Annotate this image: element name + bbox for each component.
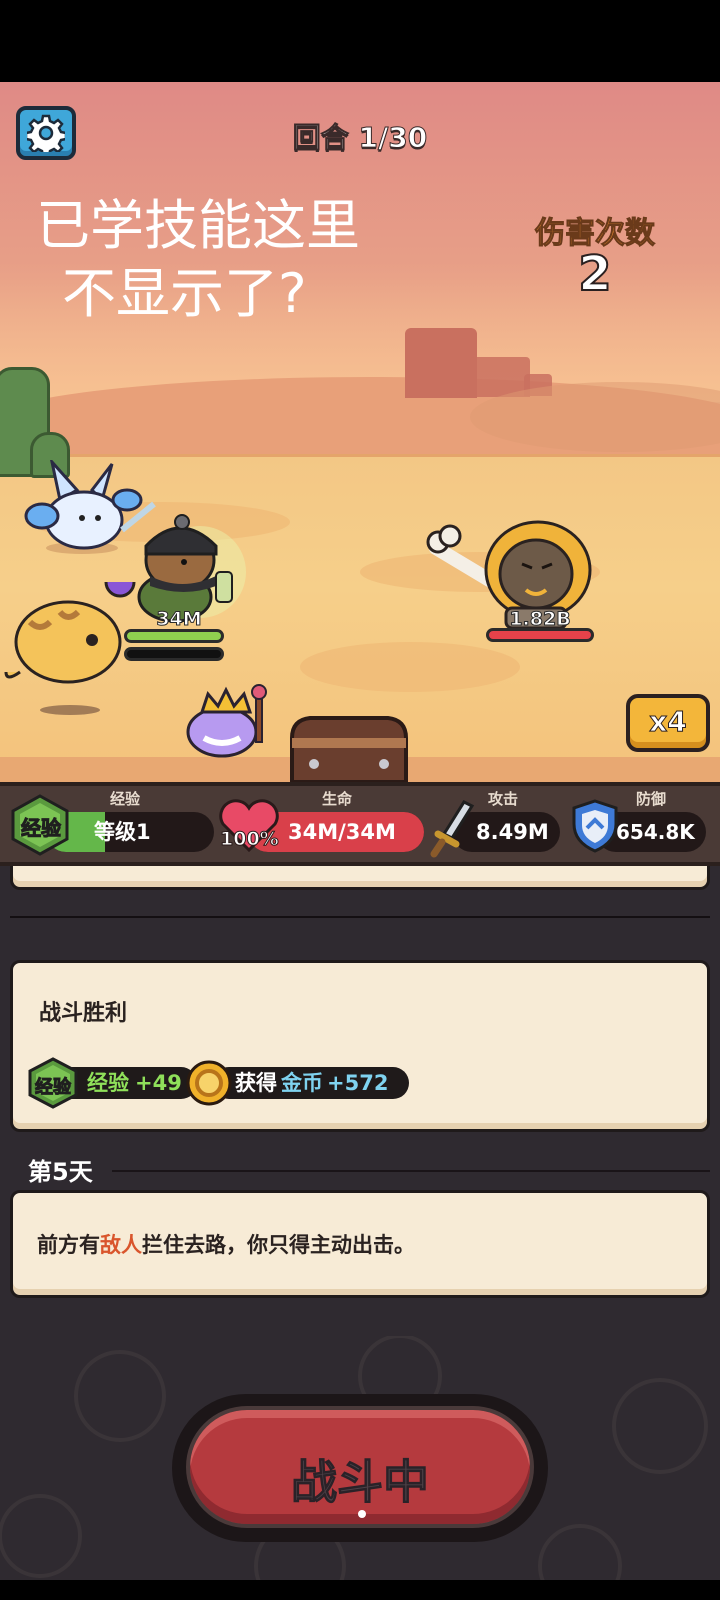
level-text: 等级1 [94, 820, 151, 844]
attack-value: 8.49M [476, 820, 549, 844]
round-counter: 回合 1/30 [292, 121, 428, 155]
log-card-victory: 战斗胜利 经验 +49 经验 获得 金币 +572 [10, 960, 710, 1132]
enemy-keyword: 敌人 [100, 1233, 142, 1257]
player-hp-text: 34M [156, 608, 202, 631]
exp-badge-text: 经验 [21, 816, 62, 841]
victory-title: 战斗胜利 [39, 1001, 128, 1026]
defense-label: 防御 [636, 790, 667, 808]
enemy-hp-bar [486, 628, 594, 642]
exp-reward-label: 经验 [87, 1071, 129, 1095]
exp-badge-text: 经验 [35, 1077, 72, 1099]
treasure-chest [290, 716, 408, 782]
defense-value: 654.8K [616, 820, 695, 844]
log-card-previous [10, 866, 710, 890]
enemy-hp-text: 1.82B [509, 608, 571, 631]
day-title: 第5天 [28, 1158, 93, 1186]
gold-reward-name: 金币 [281, 1071, 323, 1095]
player-stats-bar: 经验 等级1 经验 生命 34M/34M 100% 攻击 8.49M 防御 65… [0, 782, 720, 866]
bottom-bar [0, 1580, 720, 1600]
note-line-1: 已学技能这里 [36, 194, 360, 257]
status-bar [0, 0, 720, 82]
battle-scene: 回合 1/30 已学技能这里 不显示了? 伤害次数 2 34M 1.82B x4 [0, 82, 720, 782]
hp-value: 34M/34M [288, 820, 396, 844]
hit-count-value: 2 [577, 245, 612, 303]
mesa-rock [405, 328, 477, 398]
player-hp-bar [124, 629, 224, 643]
log-card-event: 前方有敌人拦住去路，你只得主动出击。 [10, 1190, 710, 1298]
king-slime-pet [186, 684, 267, 758]
exp-bar: 等级1 [46, 812, 214, 852]
overlay-note: 已学技能这里 不显示了? [36, 192, 360, 328]
hp-label: 生命 [322, 790, 353, 808]
gold-reward-chip: 获得 金币 +572 [213, 1067, 409, 1099]
shield-icon [572, 799, 618, 853]
exp-label: 经验 [110, 790, 141, 808]
note-line-2: 不显示了? [62, 262, 307, 325]
tiger-cat-pet [4, 582, 136, 715]
event-text: 前方有敌人拦住去路，你只得主动出击。 [37, 1233, 415, 1257]
battle-button-label: 战斗中 [291, 1455, 430, 1510]
attack-label: 攻击 [488, 790, 519, 808]
exp-reward-value: +49 [135, 1071, 182, 1095]
sword-icon [430, 800, 475, 858]
battle-button[interactable]: 战斗中 [172, 1394, 548, 1542]
gold-reward-value: +572 [327, 1071, 389, 1095]
hp-percent: 100% [220, 828, 280, 851]
log-divider [10, 916, 710, 918]
gold-reward-label: 获得 [235, 1071, 277, 1095]
gold-coin-icon [186, 1060, 232, 1106]
speed-toggle-button[interactable]: x4 [626, 694, 710, 752]
